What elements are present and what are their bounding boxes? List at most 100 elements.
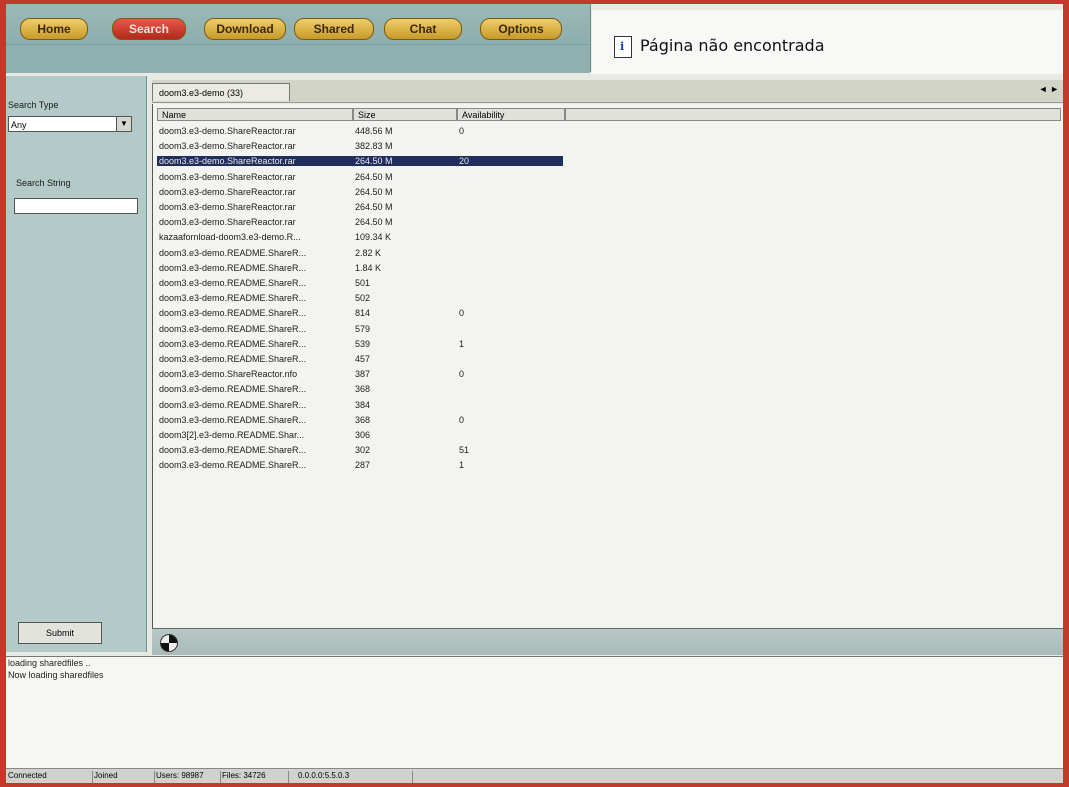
row-name: doom3.e3-demo.README.ShareR... bbox=[159, 354, 307, 364]
search-type-value: Any bbox=[11, 120, 27, 130]
tab-results[interactable]: doom3.e3-demo (33) bbox=[152, 83, 290, 101]
table-row[interactable]: doom3.e3-demo.README.ShareR... 287 1 bbox=[157, 460, 563, 470]
row-name: doom3.e3-demo.README.ShareR... bbox=[159, 338, 307, 349]
tab-scroll-arrows[interactable]: ◄ ► bbox=[1039, 84, 1059, 94]
row-availability: 0 bbox=[459, 414, 465, 425]
table-row[interactable]: doom3.e3-demo.README.ShareR... 501 bbox=[157, 278, 563, 288]
row-size: 457 bbox=[355, 354, 371, 364]
row-size: 368 bbox=[355, 384, 371, 395]
table-row[interactable]: doom3.e3-demo.README.ShareR... 539 1 bbox=[157, 339, 563, 349]
row-name: doom3.e3-demo.README.ShareR... bbox=[159, 445, 307, 456]
table-row[interactable]: doom3.e3-demo.README.ShareR... 2.82 K bbox=[157, 248, 563, 258]
table-row[interactable]: kazaafornload-doom3.e3-demo.R... 109.34 K bbox=[157, 232, 563, 242]
table-row[interactable]: doom3.e3-demo.README.ShareR... 368 bbox=[157, 384, 563, 394]
table-row[interactable]: doom3.e3-demo.README.ShareR... 302 51 bbox=[157, 445, 563, 455]
table-row[interactable]: doom3.e3-demo.ShareReactor.rar 264.50 M bbox=[157, 202, 563, 212]
row-size: 306 bbox=[355, 430, 371, 440]
row-name: doom3.e3-demo.ShareReactor.nfo bbox=[159, 369, 298, 380]
nav-chat-button[interactable]: Chat bbox=[384, 18, 462, 40]
table-row[interactable]: doom3.e3-demo.README.ShareR... 384 bbox=[157, 400, 563, 410]
row-name: doom3.e3-demo.README.ShareR... bbox=[159, 293, 307, 304]
status-connection: Connected bbox=[8, 771, 93, 783]
row-size: 368 bbox=[355, 414, 371, 425]
row-availability: 1 bbox=[459, 460, 465, 471]
row-name: doom3.e3-demo.ShareReactor.rar bbox=[159, 217, 296, 228]
row-size: 109.34 K bbox=[355, 232, 392, 243]
row-size: 264.50 M bbox=[355, 186, 393, 197]
row-name: doom3.e3-demo.README.ShareR... bbox=[159, 278, 307, 288]
results-footer bbox=[152, 628, 1063, 655]
row-name: doom3.e3-demo.README.ShareR... bbox=[159, 460, 307, 471]
table-row[interactable]: doom3[2].e3-demo.README.Shar... 306 bbox=[157, 430, 563, 440]
status-user: Joined bbox=[94, 771, 155, 783]
table-row[interactable]: doom3.e3-demo.ShareReactor.rar 264.50 M 20 bbox=[157, 156, 563, 167]
row-availability: 0 bbox=[459, 126, 465, 136]
table-row[interactable]: doom3.e3-demo.ShareReactor.rar 264.50 M bbox=[157, 187, 563, 197]
row-size: 814 bbox=[355, 308, 371, 319]
table-row[interactable]: doom3.e3-demo.README.ShareR... 814 0 bbox=[157, 308, 563, 318]
table-row[interactable]: doom3.e3-demo.ShareReactor.nfo 387 0 bbox=[157, 369, 563, 379]
globe-icon bbox=[160, 634, 178, 652]
status-bar: Connected Joined Users: 98987 Files: 347… bbox=[6, 768, 1063, 783]
nav-download-button[interactable]: Download bbox=[204, 18, 286, 40]
table-row[interactable]: doom3.e3-demo.README.ShareR... 457 bbox=[157, 354, 563, 364]
nav-home-button[interactable]: Home bbox=[20, 18, 88, 40]
log-line: Now loading sharedfiles bbox=[8, 670, 104, 680]
row-name: doom3.e3-demo.README.ShareR... bbox=[159, 247, 307, 258]
status-ip: 0.0.0.0:5.5.0.3 bbox=[298, 771, 413, 783]
table-row[interactable]: doom3.e3-demo.README.ShareR... 368 0 bbox=[157, 415, 563, 425]
row-name: doom3.e3-demo.README.ShareR... bbox=[159, 384, 307, 395]
results-tabbar: doom3.e3-demo (33) ◄ ► bbox=[152, 80, 1063, 103]
row-name: doom3[2].e3-demo.README.Shar... bbox=[159, 430, 305, 440]
row-size: 382.83 M bbox=[355, 141, 393, 152]
table-row[interactable]: doom3.e3-demo.README.ShareR... 579 bbox=[157, 324, 563, 334]
column-header-availability[interactable]: Availability bbox=[457, 108, 565, 121]
log-panel: loading sharedfiles .. Now loading share… bbox=[6, 656, 1063, 769]
row-availability: 0 bbox=[459, 369, 465, 380]
page-not-found-text: Página não encontrada bbox=[640, 36, 825, 55]
submit-button[interactable]: Submit bbox=[18, 622, 102, 644]
nav-search-button[interactable]: Search bbox=[112, 18, 186, 40]
table-row[interactable]: doom3.e3-demo.ShareReactor.rar 382.83 M bbox=[157, 141, 563, 151]
search-string-input[interactable] bbox=[14, 198, 138, 214]
row-name: doom3.e3-demo.ShareReactor.rar bbox=[159, 126, 296, 136]
nav-options-button[interactable]: Options bbox=[480, 18, 562, 40]
row-size: 302 bbox=[355, 445, 371, 456]
search-panel: Search Type Any ▼ Search String Submit bbox=[6, 76, 147, 652]
row-availability: 51 bbox=[459, 445, 470, 456]
row-size: 387 bbox=[355, 369, 371, 380]
table-row[interactable]: doom3.e3-demo.ShareReactor.rar 448.56 M 0 bbox=[157, 126, 563, 136]
app-window: Home Search Download Shared Chat Options… bbox=[6, 4, 1063, 783]
row-availability: 0 bbox=[459, 308, 465, 319]
page-not-found-panel: Página não encontrada bbox=[592, 10, 1063, 74]
row-name: doom3.e3-demo.ShareReactor.rar bbox=[159, 202, 296, 212]
column-header-name[interactable]: Name bbox=[157, 108, 353, 121]
row-size: 501 bbox=[355, 278, 371, 288]
row-size: 502 bbox=[355, 293, 371, 304]
row-name: doom3.e3-demo.ShareReactor.rar bbox=[159, 186, 296, 197]
search-type-label: Search Type bbox=[8, 100, 59, 110]
table-row[interactable]: doom3.e3-demo.ShareReactor.rar 264.50 M bbox=[157, 172, 563, 182]
row-size: 448.56 M bbox=[355, 126, 393, 136]
search-type-select[interactable]: Any ▼ bbox=[8, 116, 132, 132]
nav-strip bbox=[6, 44, 590, 73]
log-line: loading sharedfiles .. bbox=[8, 658, 91, 668]
status-files: Files: 34726 bbox=[222, 771, 289, 783]
row-name: doom3.e3-demo.README.ShareR... bbox=[159, 262, 307, 273]
row-name: kazaafornload-doom3.e3-demo.R... bbox=[159, 232, 301, 243]
results-table: Name Size Availability doom3.e3-demo.Sha… bbox=[152, 104, 1063, 628]
column-header-size[interactable]: Size bbox=[353, 108, 457, 121]
table-row[interactable]: doom3.e3-demo.ShareReactor.rar 264.50 M bbox=[157, 217, 563, 227]
chevron-down-icon[interactable]: ▼ bbox=[116, 117, 131, 131]
nav-shared-button[interactable]: Shared bbox=[294, 18, 374, 40]
row-availability: 1 bbox=[459, 338, 465, 349]
row-name: doom3.e3-demo.README.ShareR... bbox=[159, 308, 307, 319]
row-size: 579 bbox=[355, 323, 371, 334]
info-icon bbox=[614, 36, 632, 58]
row-size: 264.50 M bbox=[355, 202, 393, 212]
table-row[interactable]: doom3.e3-demo.README.ShareR... 502 bbox=[157, 293, 563, 303]
row-name: doom3.e3-demo.README.ShareR... bbox=[159, 414, 307, 425]
table-row[interactable]: doom3.e3-demo.README.ShareR... 1.84 K bbox=[157, 263, 563, 273]
top-nav: Home Search Download Shared Chat Options bbox=[6, 4, 591, 73]
row-size: 384 bbox=[355, 399, 371, 410]
